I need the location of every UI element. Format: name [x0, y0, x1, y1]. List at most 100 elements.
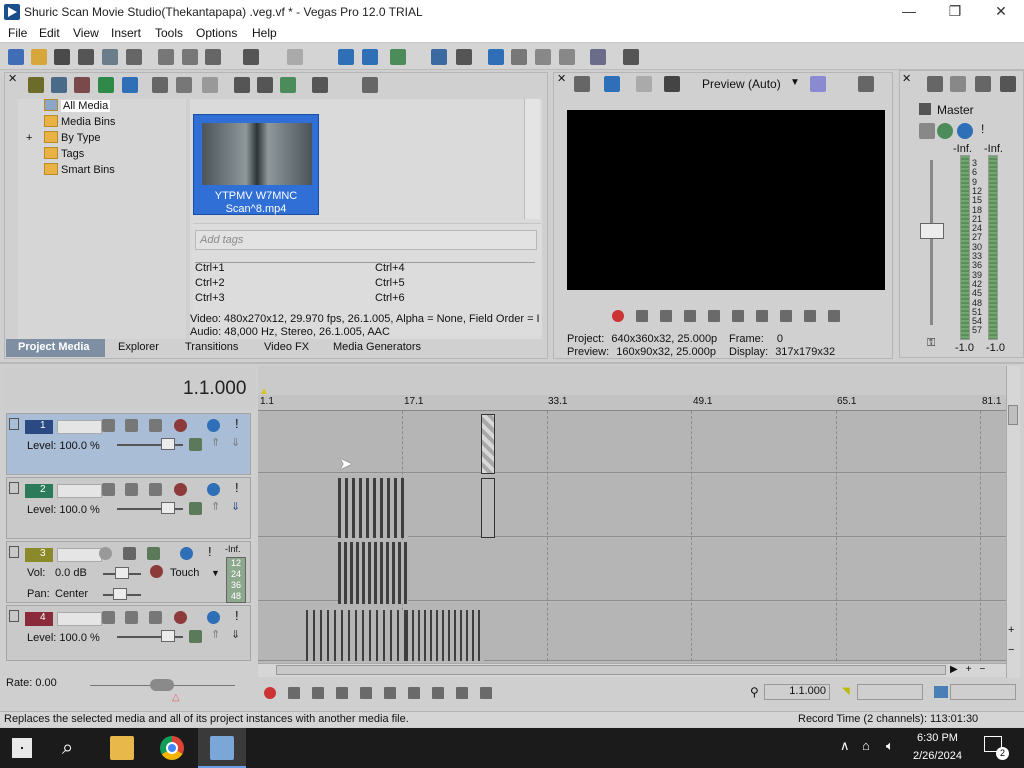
- views-icon[interactable]: [312, 77, 328, 93]
- envelope-tool-icon[interactable]: [362, 49, 378, 65]
- clip-group-track4a[interactable]: [306, 610, 406, 661]
- whats-this-help-icon[interactable]: [623, 49, 639, 65]
- expand-icon[interactable]: +: [26, 132, 44, 144]
- volume-slider-knob[interactable]: [115, 567, 129, 579]
- solo-icon[interactable]: !: [235, 480, 239, 495]
- split-screen-icon[interactable]: [636, 76, 652, 92]
- timeline-position[interactable]: 1.1.000: [183, 378, 246, 400]
- record-icon[interactable]: [612, 310, 624, 322]
- audio-clip-group-track3[interactable]: [338, 542, 408, 604]
- media-scrollbar[interactable]: [524, 99, 540, 219]
- ignore-grouping-icon[interactable]: [535, 49, 551, 65]
- level-slider-knob[interactable]: [161, 438, 175, 450]
- next-frame-icon[interactable]: [828, 310, 840, 322]
- menu-view[interactable]: View: [73, 26, 99, 40]
- close-icon[interactable]: ✕: [8, 74, 20, 86]
- normal-edit-tool-icon[interactable]: [338, 49, 354, 65]
- compositing-icon[interactable]: [149, 483, 162, 496]
- media-properties-icon[interactable]: [176, 77, 192, 93]
- stop-icon[interactable]: [732, 310, 744, 322]
- auto-ripple-icon[interactable]: [431, 49, 447, 65]
- chevron-down-icon[interactable]: ▼: [790, 77, 800, 88]
- go-to-start-icon[interactable]: [408, 687, 420, 699]
- preview-properties-icon[interactable]: [574, 76, 590, 92]
- track-name-field[interactable]: [57, 612, 102, 626]
- tab-project-media[interactable]: Project Media: [18, 341, 90, 353]
- level-slider[interactable]: [117, 630, 183, 642]
- parent-up-icon[interactable]: ⇑: [211, 628, 220, 641]
- external-monitor-icon[interactable]: [604, 76, 620, 92]
- level-slider-knob[interactable]: [161, 630, 175, 642]
- pause-icon[interactable]: [708, 310, 720, 322]
- track-header-3[interactable]: 3 ! -Inf. 12 24 36 48 Vol: 0.0 dB Touch …: [6, 541, 251, 603]
- preview-play-icon[interactable]: [234, 77, 250, 93]
- selection-tool-icon[interactable]: [390, 49, 406, 65]
- maximize-button[interactable]: ❐: [932, 0, 978, 24]
- redo-icon[interactable]: [287, 49, 303, 65]
- composite-mode-icon[interactable]: [189, 438, 202, 451]
- marker-bar[interactable]: [258, 366, 1008, 395]
- stop-icon[interactable]: [384, 687, 396, 699]
- windows-start-icon[interactable]: [12, 738, 32, 758]
- network-icon[interactable]: ⌂: [862, 738, 870, 753]
- refresh-icon[interactable]: [98, 77, 114, 93]
- selection-start-field[interactable]: [857, 684, 923, 700]
- preview-stop-icon[interactable]: [257, 77, 273, 93]
- save-as-icon[interactable]: [78, 49, 94, 65]
- paste-icon[interactable]: [205, 49, 221, 65]
- parent-up-icon[interactable]: ⇑: [211, 500, 220, 513]
- solo-icon[interactable]: !: [235, 608, 239, 623]
- gear-icon[interactable]: [174, 611, 187, 624]
- go-to-end-icon[interactable]: [432, 687, 444, 699]
- master-fader[interactable]: [920, 223, 944, 239]
- touch-mode-select[interactable]: Touch: [170, 567, 199, 579]
- volume-icon[interactable]: 🔈︎: [886, 738, 894, 754]
- video-event-track2[interactable]: [481, 478, 495, 538]
- compositing-icon[interactable]: [149, 611, 162, 624]
- menu-options[interactable]: Options: [196, 26, 237, 40]
- timeline-ruler[interactable]: 1.1 17.1 33.1 49.1 65.1 81.1: [258, 395, 1008, 411]
- collapse-icon[interactable]: [9, 610, 19, 622]
- tree-item-all-media[interactable]: All Media: [44, 99, 111, 115]
- tree-item-by-type[interactable]: + By Type: [26, 131, 101, 147]
- close-icon[interactable]: ✕: [902, 74, 914, 86]
- gear-icon[interactable]: [174, 419, 187, 432]
- track-header-1[interactable]: 1 ! Level: 100.0 % ⇑ ⇓: [6, 413, 251, 475]
- volume-slider[interactable]: [103, 567, 141, 579]
- tab-explorer[interactable]: Explorer: [118, 341, 159, 353]
- menu-tools[interactable]: Tools: [155, 26, 183, 40]
- track-motion-icon[interactable]: [102, 419, 115, 432]
- pan-slider-knob[interactable]: [113, 588, 127, 600]
- mixer-settings-icon[interactable]: [975, 76, 991, 92]
- tab-video-fx[interactable]: Video FX: [264, 341, 309, 353]
- markers-icon[interactable]: [590, 49, 606, 65]
- play-icon[interactable]: [336, 687, 348, 699]
- cursor-time-field[interactable]: 1.1.000: [764, 684, 830, 700]
- video-event-track1[interactable]: [481, 414, 495, 474]
- track-header-2[interactable]: 2 ! Level: 100.0 % ⇑ ⇓: [6, 477, 251, 539]
- track-name-field[interactable]: [57, 420, 102, 434]
- minimize-button[interactable]: —: [886, 0, 932, 24]
- properties-icon[interactable]: [126, 49, 142, 65]
- new-icon[interactable]: [8, 49, 24, 65]
- mute-icon[interactable]: [207, 611, 220, 624]
- mute-icon[interactable]: [207, 419, 220, 432]
- track-motion-icon[interactable]: [102, 611, 115, 624]
- loop-icon[interactable]: [636, 310, 648, 322]
- collapse-icon[interactable]: [9, 482, 19, 494]
- track-header-4[interactable]: 4 ! Level: 100.0 % ⇑ ⇓: [6, 605, 251, 661]
- preview-quality-select[interactable]: Preview (Auto): [702, 77, 781, 91]
- compositing-icon[interactable]: [149, 419, 162, 432]
- previous-frame-icon[interactable]: [456, 687, 468, 699]
- child-down-icon[interactable]: ⇓: [231, 436, 240, 449]
- clip-group-track2[interactable]: [338, 478, 408, 538]
- save-icon[interactable]: [54, 49, 70, 65]
- search-icon[interactable]: ⌕: [62, 736, 86, 760]
- open-icon[interactable]: [31, 49, 47, 65]
- overlays-icon[interactable]: [664, 76, 680, 92]
- capture-video-icon[interactable]: [51, 77, 67, 93]
- audio-fx-icon[interactable]: [123, 547, 136, 560]
- automation-icon[interactable]: [147, 547, 160, 560]
- level-slider[interactable]: [117, 438, 183, 450]
- child-down-icon[interactable]: ⇓: [231, 628, 240, 641]
